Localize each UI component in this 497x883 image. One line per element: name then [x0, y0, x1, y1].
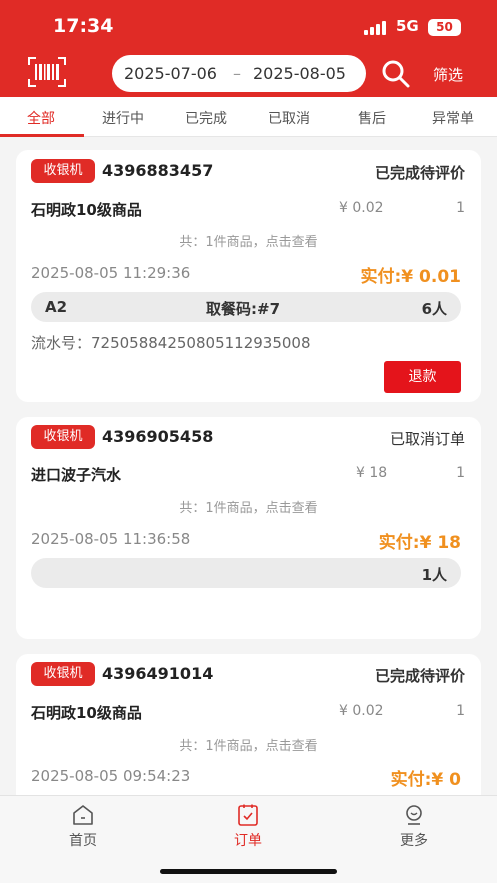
- order-number: 4396883457: [102, 161, 214, 180]
- search-icon[interactable]: [381, 59, 411, 89]
- battery-icon: 50: [428, 19, 461, 36]
- date-end[interactable]: 2025-08-05: [253, 64, 346, 83]
- tab-all[interactable]: 全部: [27, 108, 55, 128]
- app-header: 17:34 5G 50 2025-07-06 – 2025-08-05 筛选: [0, 0, 497, 97]
- order-time: 2025-08-05 11:36:58: [31, 530, 191, 548]
- product-price: ¥ 0.02: [339, 200, 384, 216]
- date-range-picker[interactable]: 2025-07-06 – 2025-08-05: [112, 55, 366, 92]
- refund-button[interactable]: 退款: [384, 361, 461, 393]
- product-qty: 1: [456, 703, 465, 719]
- pickup-code: 取餐码:#7: [206, 300, 281, 318]
- item-summary-link[interactable]: 共：1件商品，点击查看: [16, 497, 481, 516]
- order-number: 4396491014: [102, 664, 214, 683]
- source-badge: 收银机: [31, 425, 95, 449]
- home-indicator: [160, 869, 337, 874]
- product-price: ¥ 18: [356, 465, 388, 481]
- product-name: 石明政10级商品: [31, 704, 142, 722]
- product-name: 石明政10级商品: [31, 201, 142, 219]
- active-tab-indicator: [0, 134, 84, 137]
- status-bar: 17:34 5G 50: [0, 0, 497, 50]
- order-status: 已完成待评价: [374, 667, 465, 685]
- product-qty: 1: [456, 465, 465, 481]
- nav-more[interactable]: 更多: [354, 796, 474, 866]
- date-separator: –: [233, 64, 241, 83]
- order-info-bar: 1人: [31, 558, 461, 588]
- nav-orders-label: 订单: [234, 833, 262, 849]
- order-info-bar: A2 取餐码:#7 6人: [31, 292, 461, 322]
- product-price: ¥ 0.02: [339, 703, 384, 719]
- tab-after-sales[interactable]: 售后: [358, 108, 386, 128]
- order-status: 已取消订单: [389, 430, 465, 448]
- scan-icon[interactable]: [28, 57, 66, 87]
- order-card[interactable]: 收银机 4396883457 已完成待评价 石明政10级商品 ¥ 0.02 1 …: [16, 150, 481, 402]
- item-summary-link[interactable]: 共：1件商品，点击查看: [16, 231, 481, 250]
- source-badge: 收银机: [31, 662, 95, 686]
- people-count: 6人: [421, 300, 447, 318]
- signal-icon: [364, 21, 388, 35]
- paid-amount: 实付:¥ 18: [378, 533, 461, 553]
- tab-in-progress[interactable]: 进行中: [102, 108, 144, 128]
- order-card[interactable]: 收银机 4396905458 已取消订单 进口波子汽水 ¥ 18 1 共：1件商…: [16, 417, 481, 639]
- order-card[interactable]: 收银机 4396491014 已完成待评价 石明政10级商品 ¥ 0.02 1 …: [16, 654, 481, 814]
- nav-more-label: 更多: [400, 833, 428, 849]
- source-badge: 收银机: [31, 159, 95, 183]
- product-qty: 1: [456, 200, 465, 216]
- item-summary-link[interactable]: 共：1件商品，点击查看: [16, 735, 481, 754]
- network-label: 5G: [396, 17, 419, 35]
- order-tabs: 全部 进行中 已完成 已取消 售后 异常单: [0, 97, 497, 137]
- filter-button[interactable]: 筛选: [433, 64, 463, 85]
- people-count: 1人: [421, 566, 447, 584]
- clock: 17:34: [53, 15, 114, 37]
- order-number: 4396905458: [102, 427, 214, 446]
- nav-orders[interactable]: 订单: [188, 796, 308, 866]
- order-time: 2025-08-05 09:54:23: [31, 767, 191, 785]
- tab-abnormal[interactable]: 异常单: [432, 108, 474, 128]
- tab-completed[interactable]: 已完成: [185, 108, 227, 128]
- home-icon: [73, 805, 93, 825]
- product-name: 进口波子汽水: [31, 466, 122, 484]
- nav-home-label: 首页: [69, 833, 97, 849]
- tab-cancelled[interactable]: 已取消: [268, 108, 310, 128]
- order-icon: [238, 804, 258, 826]
- more-icon: [406, 805, 422, 825]
- paid-amount: 实付:¥ 0.01: [360, 267, 462, 287]
- order-time: 2025-08-05 11:29:36: [31, 264, 191, 282]
- nav-home[interactable]: 首页: [23, 796, 143, 866]
- table-number: A2: [45, 298, 68, 316]
- date-start[interactable]: 2025-07-06: [124, 64, 217, 83]
- order-status: 已完成待评价: [374, 164, 465, 182]
- paid-amount: 实付:¥ 0: [390, 770, 461, 790]
- serial-number: 流水号：725058842508051129350​08: [31, 334, 311, 352]
